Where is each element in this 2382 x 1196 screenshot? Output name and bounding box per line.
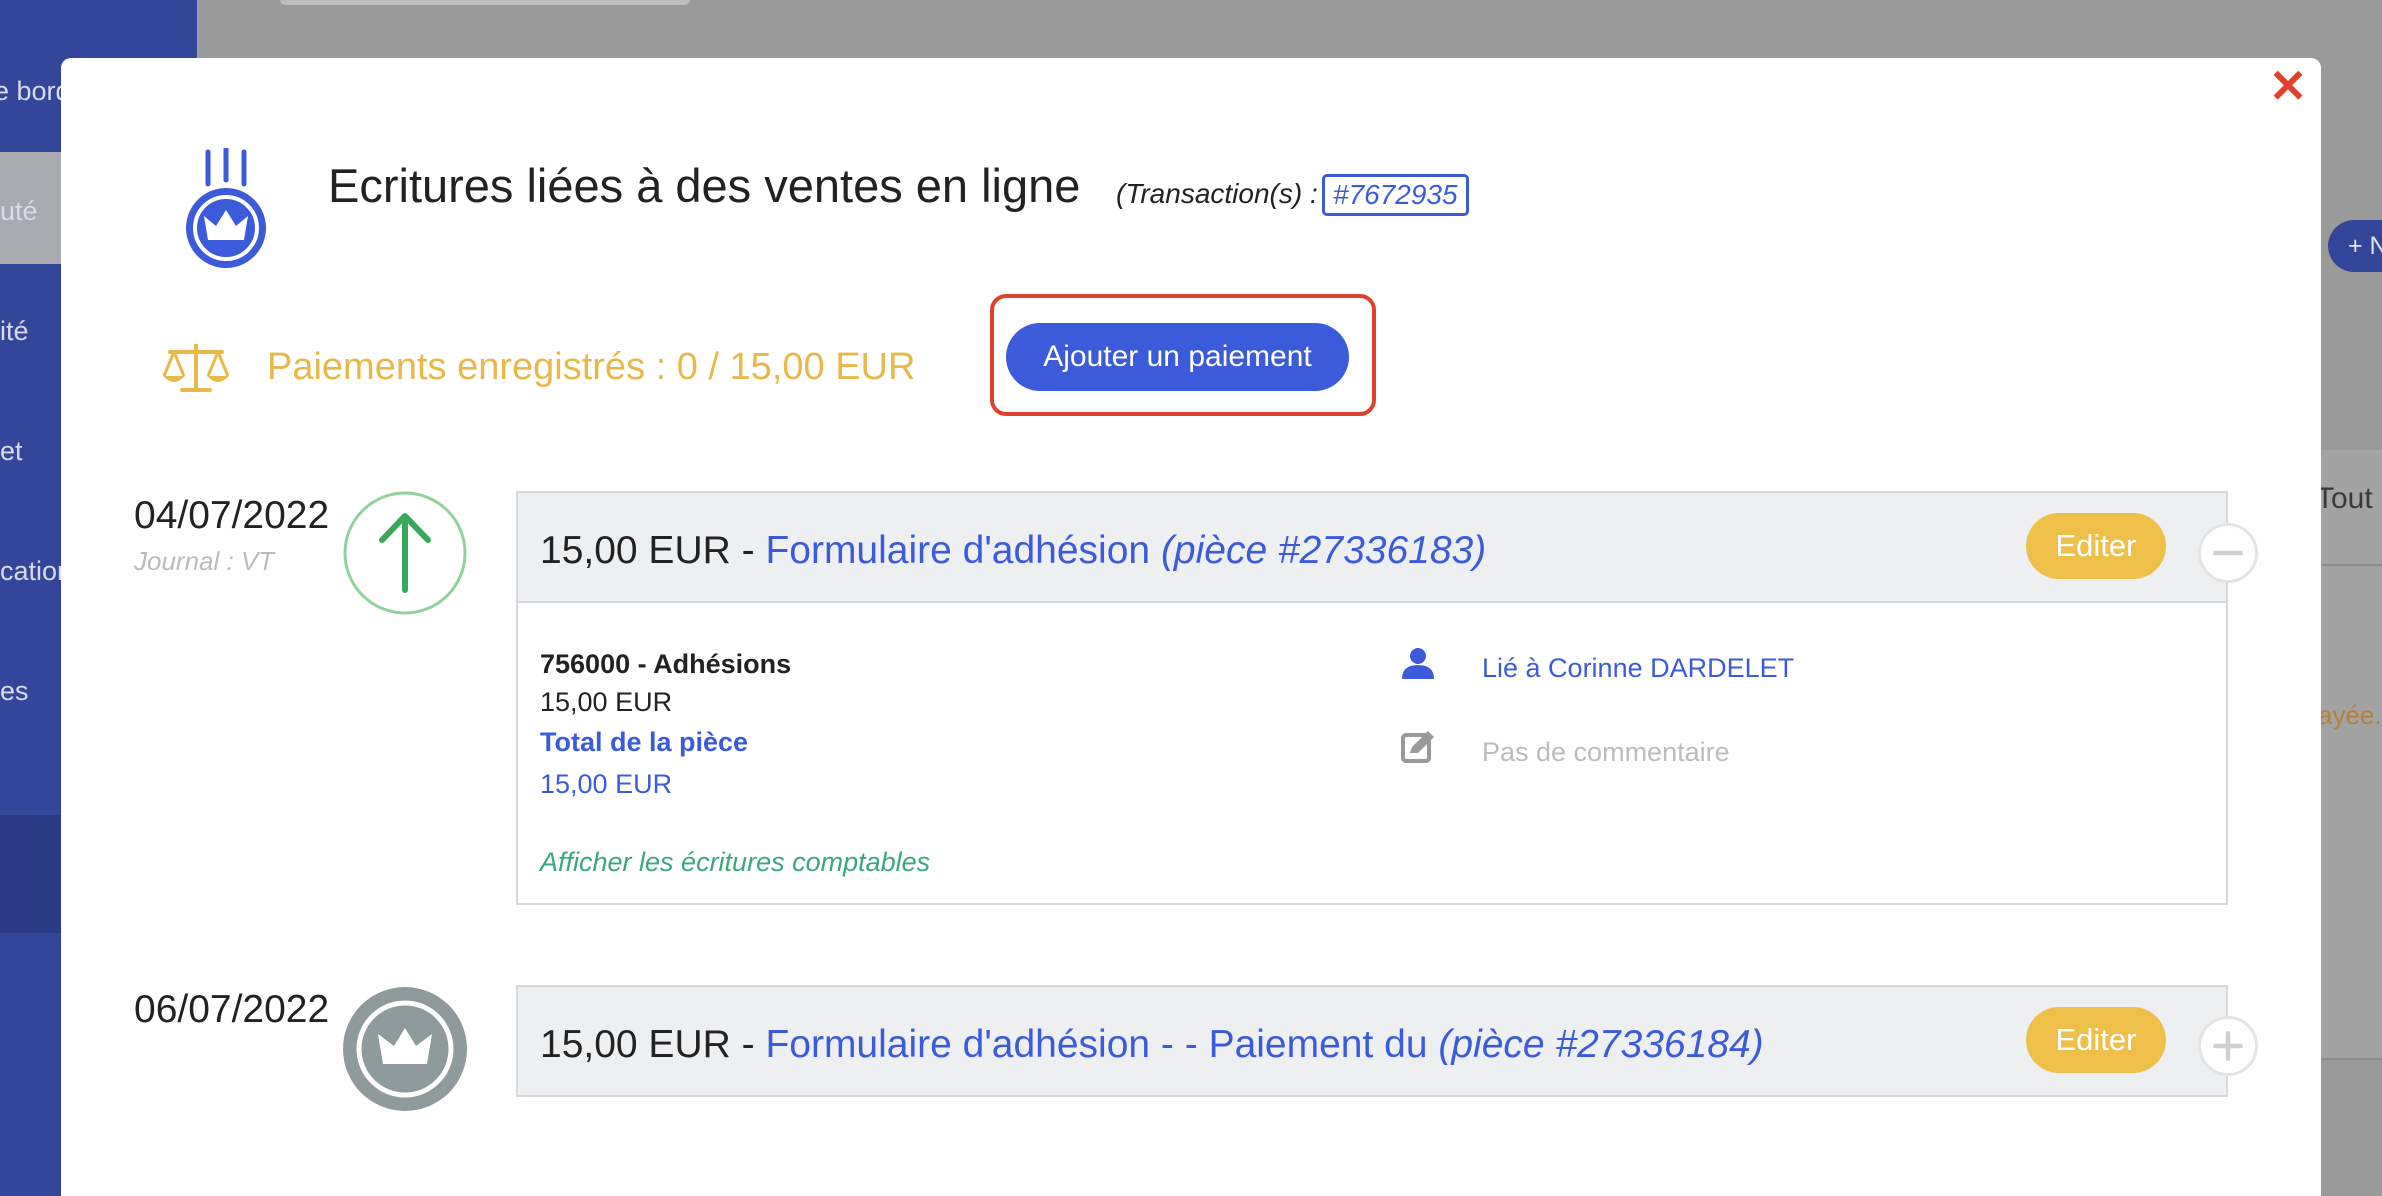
transaction-label: (Transaction(s) : [1116, 178, 1318, 209]
add-payment-button[interactable]: Ajouter un paiement [1006, 323, 1349, 391]
total-label: Total de la pièce [540, 727, 749, 757]
background-nav-item: ité [0, 316, 29, 346]
background-add-button: + N [2328, 220, 2382, 272]
entry-piece: (pièce #27336183) [1160, 529, 1487, 572]
entry-date: 06/07/2022 [134, 988, 330, 1031]
background-right-panel [2320, 450, 2382, 1060]
linked-contact-link[interactable]: Lié à Corinne DARDELET [1482, 653, 1794, 684]
user-icon [1402, 648, 1434, 679]
entry-header: 15,00 EUR - Formulaire d'adhésion (pièce… [516, 491, 2228, 603]
edit-button[interactable]: Editer [2026, 513, 2166, 579]
entry-form-link[interactable]: Formulaire d'adhésion - - Paiement du [765, 1023, 1427, 1066]
total-amount: 15,00 EUR [540, 769, 673, 799]
entry-piece: (pièce #27336184) [1438, 1023, 1764, 1066]
background-nav-item: e bord [0, 76, 71, 106]
background-divider [2320, 564, 2382, 566]
online-sales-icon [186, 148, 266, 268]
collapse-icon[interactable] [2198, 523, 2258, 583]
account-name: 756000 - Adhésions [540, 649, 792, 679]
entry-form-link[interactable]: Formulaire d'adhésion [765, 529, 1150, 572]
background-nav-item: uté [0, 196, 38, 226]
background-divider [2320, 1058, 2382, 1060]
background-topbar [280, 0, 690, 5]
comment-text: Pas de commentaire [1482, 737, 1730, 767]
payment-crown-icon [343, 987, 467, 1111]
modal-title: Ecritures liées à des ventes en ligne [328, 159, 1081, 212]
background-text: Tout [2316, 482, 2373, 515]
background-nav-item: es [0, 676, 29, 706]
comment-edit-icon [1401, 731, 1434, 763]
entry-header: 15,00 EUR - Formulaire d'adhésion - - Pa… [516, 985, 2228, 1097]
entry-amount: 15,00 EUR - [540, 1023, 766, 1066]
entry-summary: 15,00 EUR - Formulaire d'adhésion (pièce… [540, 529, 1486, 573]
edit-button[interactable]: Editer [2026, 1007, 2166, 1073]
expand-icon[interactable] [2198, 1016, 2258, 1076]
arrow-up-icon [343, 491, 467, 615]
entry-details: 756000 - Adhésions 15,00 EUR Total de la… [516, 603, 2228, 905]
payments-recorded-text: Paiements enregistrés : 0 / 15,00 EUR [267, 346, 916, 388]
background-status-text: ayée. [2318, 700, 2382, 730]
entry-amount: 15,00 EUR - [540, 529, 766, 572]
balance-scale-icon [162, 344, 230, 392]
entry-summary: 15,00 EUR - Formulaire d'adhésion - - Pa… [540, 1023, 1764, 1067]
background-nav-item: et [0, 436, 23, 466]
transaction-link[interactable]: #7672935 [1322, 174, 1469, 216]
close-icon[interactable]: ✕ [2268, 63, 2308, 109]
entry-journal: Journal : VT [134, 546, 275, 576]
show-accounting-entries-link[interactable]: Afficher les écritures comptables [540, 847, 930, 878]
account-amount: 15,00 EUR [540, 687, 673, 717]
entry-date: 04/07/2022 [134, 494, 330, 537]
